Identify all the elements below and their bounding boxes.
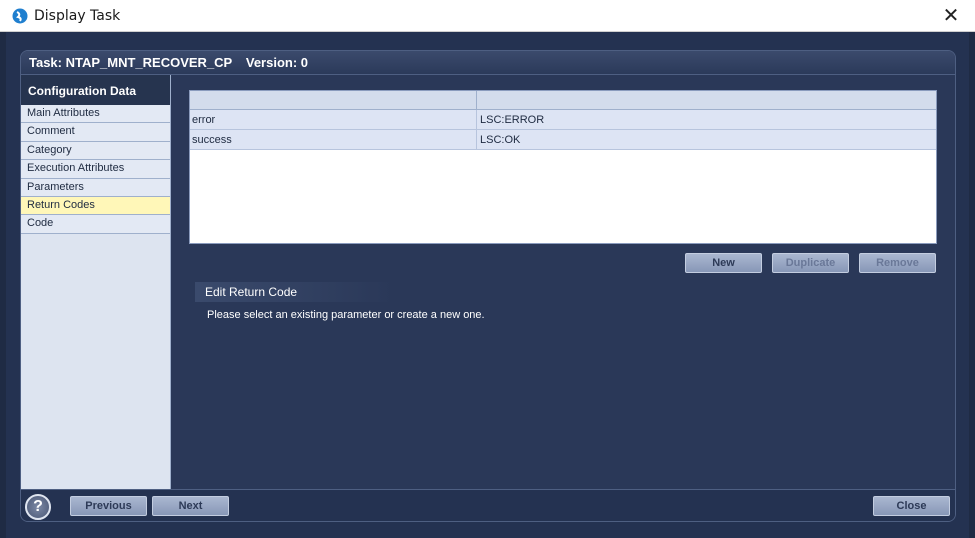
previous-button[interactable]: Previous — [70, 496, 147, 516]
new-button[interactable]: New — [685, 253, 762, 273]
dialog-footer: ? Previous Next Close — [21, 489, 955, 521]
sidebar-item-return-codes[interactable]: Return Codes — [21, 196, 170, 216]
sidebar-heading: Configuration Data — [21, 75, 170, 105]
remove-button[interactable]: Remove — [859, 253, 936, 273]
return-codes-table: error LSC:ERROR success LSC:OK — [189, 90, 937, 244]
edit-section-header: Edit Return Code — [195, 282, 395, 302]
background-app-strip — [969, 32, 975, 538]
help-icon[interactable]: ? — [25, 494, 51, 520]
sidebar-item-category[interactable]: Category — [21, 141, 170, 161]
task-version: Version: 0 — [245, 55, 308, 70]
table-header — [190, 91, 936, 110]
sidebar-item-execution-attributes[interactable]: Execution Attributes — [21, 160, 170, 179]
dialog-content: Task: NTAP_MNT_RECOVER_CP Version: 0 Con… — [6, 32, 969, 538]
next-button[interactable]: Next — [152, 496, 229, 516]
table-row[interactable]: error LSC:ERROR — [190, 110, 936, 130]
edit-hint-text: Please select an existing parameter or c… — [207, 309, 485, 321]
window-title: Display Task — [34, 8, 121, 24]
task-panel: Task: NTAP_MNT_RECOVER_CP Version: 0 Con… — [20, 50, 956, 522]
window-titlebar: Display Task ✕ — [0, 0, 975, 32]
table-cell: success — [190, 130, 477, 149]
app-logo-icon — [12, 8, 28, 24]
table-cell: LSC:OK — [480, 134, 521, 146]
configuration-sidebar: Configuration Data Main Attributes Comme… — [21, 75, 171, 489]
close-button[interactable]: Close — [873, 496, 950, 516]
sidebar-item-comment[interactable]: Comment — [21, 123, 170, 142]
task-name: Task: NTAP_MNT_RECOVER_CP — [29, 55, 233, 70]
window-close-icon[interactable]: ✕ — [939, 4, 963, 28]
table-cell: error — [190, 110, 477, 129]
panel-header: Task: NTAP_MNT_RECOVER_CP Version: 0 — [21, 51, 955, 75]
table-cell: LSC:ERROR — [480, 114, 545, 126]
sidebar-item-main-attributes[interactable]: Main Attributes — [21, 105, 170, 124]
column-header-value[interactable] — [477, 91, 936, 109]
column-header-name[interactable] — [190, 91, 477, 109]
table-row[interactable]: success LSC:OK — [190, 130, 936, 150]
sidebar-item-parameters[interactable]: Parameters — [21, 178, 170, 197]
duplicate-button[interactable]: Duplicate — [772, 253, 849, 273]
sidebar-item-code[interactable]: Code — [21, 215, 170, 234]
